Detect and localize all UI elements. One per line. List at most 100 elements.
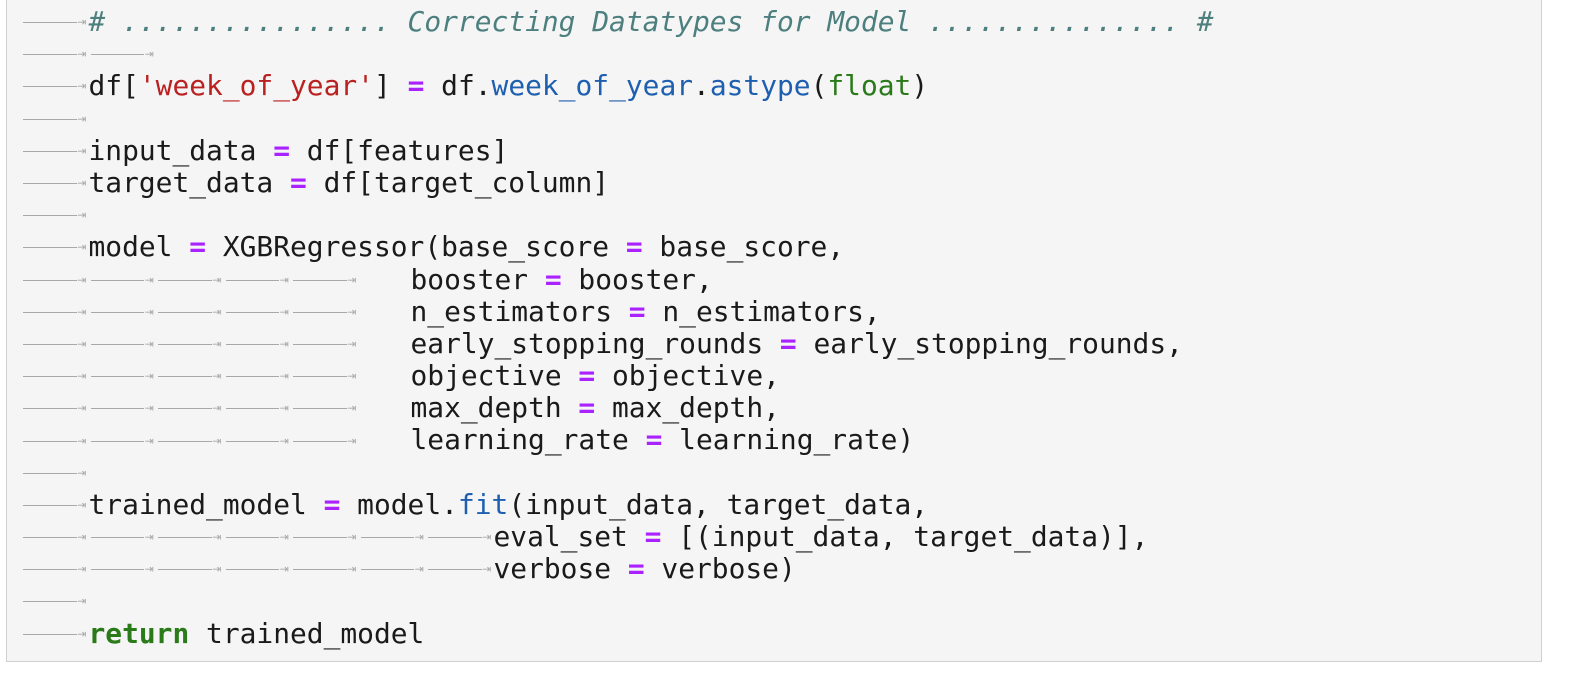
code-cell[interactable]: # ................ Correcting Datatypes … (6, 0, 1542, 662)
tab-arrow-icon (21, 264, 89, 296)
tab-arrow-icon (21, 553, 89, 585)
tab-arrow-icon (359, 521, 427, 553)
tab-arrow-icon (291, 392, 359, 424)
code-token-plain: (input_data, target_data, (508, 487, 929, 521)
code-token-plain: base_score, (642, 230, 845, 264)
code-line[interactable] (21, 585, 1214, 617)
tab-arrow-icon (156, 425, 224, 457)
tab-arrow-icon (359, 553, 427, 585)
tab-arrow-icon (224, 425, 292, 457)
tab-arrow-icon (224, 328, 292, 360)
code-token-op: = (189, 230, 207, 264)
code-token-plain: input_data (88, 133, 274, 167)
code-line[interactable]: target_data = df[target_column] (21, 165, 1214, 199)
code-text: # ................ Correcting Datatypes … (88, 5, 1214, 38)
tab-arrow-icon (21, 425, 89, 457)
tab-indent-markers (21, 167, 89, 199)
tab-arrow-icon (156, 360, 224, 392)
code-line[interactable]: input_data = df[features] (21, 133, 1214, 167)
code-text: return trained_model (89, 617, 425, 650)
code-line[interactable]: learning_rate = learning_rate) (21, 424, 1214, 456)
code-text: target_data = df[target_column] (89, 165, 610, 199)
tab-indent-markers (21, 457, 89, 489)
code-line[interactable]: early_stopping_rounds = early_stopping_r… (21, 326, 1214, 360)
tab-arrow-icon (291, 425, 359, 457)
code-token-plain: ( (810, 69, 828, 103)
tab-arrow-icon (156, 521, 224, 553)
tab-arrow-icon (291, 296, 359, 328)
code-line[interactable] (21, 38, 1214, 70)
code-token-plain: early_stopping_rounds (410, 326, 780, 360)
code-text: verbose = verbose) (494, 553, 796, 585)
code-token-plain: model. (340, 487, 458, 521)
code-line[interactable]: max_depth = max_depth, (21, 392, 1214, 424)
tab-arrow-icon (156, 553, 224, 585)
code-line[interactable]: trained_model = model.fit(input_data, ta… (21, 487, 1214, 521)
tab-indent-markers (21, 231, 89, 263)
tab-arrow-icon (426, 553, 494, 585)
code-line[interactable]: objective = objective, (21, 359, 1214, 393)
tab-arrow-icon (21, 103, 89, 135)
tab-arrow-icon (21, 328, 89, 360)
code-line[interactable] (21, 103, 1214, 135)
tab-arrow-icon (156, 392, 224, 424)
tab-arrow-icon (89, 360, 157, 392)
code-line[interactable] (21, 457, 1214, 489)
code-text: n_estimators = n_estimators, (411, 295, 881, 328)
tab-arrow-icon (21, 70, 89, 102)
code-token-plain: objective (410, 359, 579, 393)
code-editor[interactable]: # ................ Correcting Datatypes … (21, 5, 1214, 650)
code-token-plain: df[features] (290, 133, 509, 167)
tab-indent-markers (21, 585, 89, 617)
tab-arrow-icon (21, 296, 89, 328)
tab-indent-markers (21, 360, 359, 392)
code-line[interactable]: model = XGBRegressor(base_score = base_s… (21, 231, 1214, 263)
tab-arrow-icon (291, 360, 359, 392)
code-line[interactable]: booster = booster, (21, 263, 1214, 296)
tab-indent-markers (21, 264, 359, 296)
tab-arrow-icon (89, 392, 157, 424)
code-token-comment: # ................ Correcting Datatypes … (88, 5, 1214, 38)
code-token-plain: df[ (88, 69, 139, 103)
tab-indent-markers (21, 296, 359, 328)
code-line[interactable]: df['week_of_year'] = df.week_of_year.ast… (21, 70, 1214, 102)
tab-arrow-icon (21, 457, 89, 489)
code-token-string: 'week_of_year' (138, 69, 374, 103)
code-token-op: = (578, 391, 596, 425)
tab-arrow-icon (224, 553, 292, 585)
tab-arrow-icon (89, 553, 157, 585)
code-token-plain: df[target_column] (306, 165, 610, 199)
code-token-plain: verbose (493, 552, 628, 586)
code-token-plain: eval_set (493, 520, 645, 553)
code-line[interactable]: n_estimators = n_estimators, (21, 295, 1214, 328)
tab-arrow-icon (21, 489, 89, 521)
code-text: max_depth = max_depth, (411, 392, 780, 424)
code-line[interactable] (21, 199, 1214, 231)
tab-arrow-icon (21, 392, 89, 424)
tab-arrow-icon (156, 328, 224, 360)
tab-arrow-icon (224, 360, 292, 392)
tab-arrow-icon (156, 264, 224, 296)
tab-arrow-icon (21, 231, 89, 263)
tab-indent-markers (21, 328, 359, 360)
tab-indent-markers (21, 38, 156, 70)
code-token-plain: df. (424, 69, 492, 103)
code-line[interactable]: eval_set = [(input_data, target_data)], (21, 520, 1214, 553)
code-token-attr: week_of_year (491, 69, 694, 103)
tab-indent-markers (21, 425, 359, 457)
code-token-plain: ] (373, 69, 408, 103)
code-token-op: = (578, 359, 596, 393)
tab-arrow-icon (89, 425, 157, 457)
code-line[interactable]: return trained_model (21, 617, 1214, 650)
code-token-op: = (645, 423, 663, 457)
code-token-op: = (779, 326, 797, 360)
code-text: booster = booster, (411, 263, 713, 296)
tab-indent-markers (21, 489, 89, 521)
code-line[interactable]: verbose = verbose) (21, 553, 1214, 585)
code-line[interactable]: # ................ Correcting Datatypes … (21, 5, 1214, 38)
code-token-op: = (644, 520, 662, 553)
code-token-attr: fit (457, 487, 509, 521)
tab-arrow-icon (21, 618, 89, 650)
code-token-plain: objective, (595, 359, 780, 393)
tab-indent-markers (21, 553, 494, 585)
